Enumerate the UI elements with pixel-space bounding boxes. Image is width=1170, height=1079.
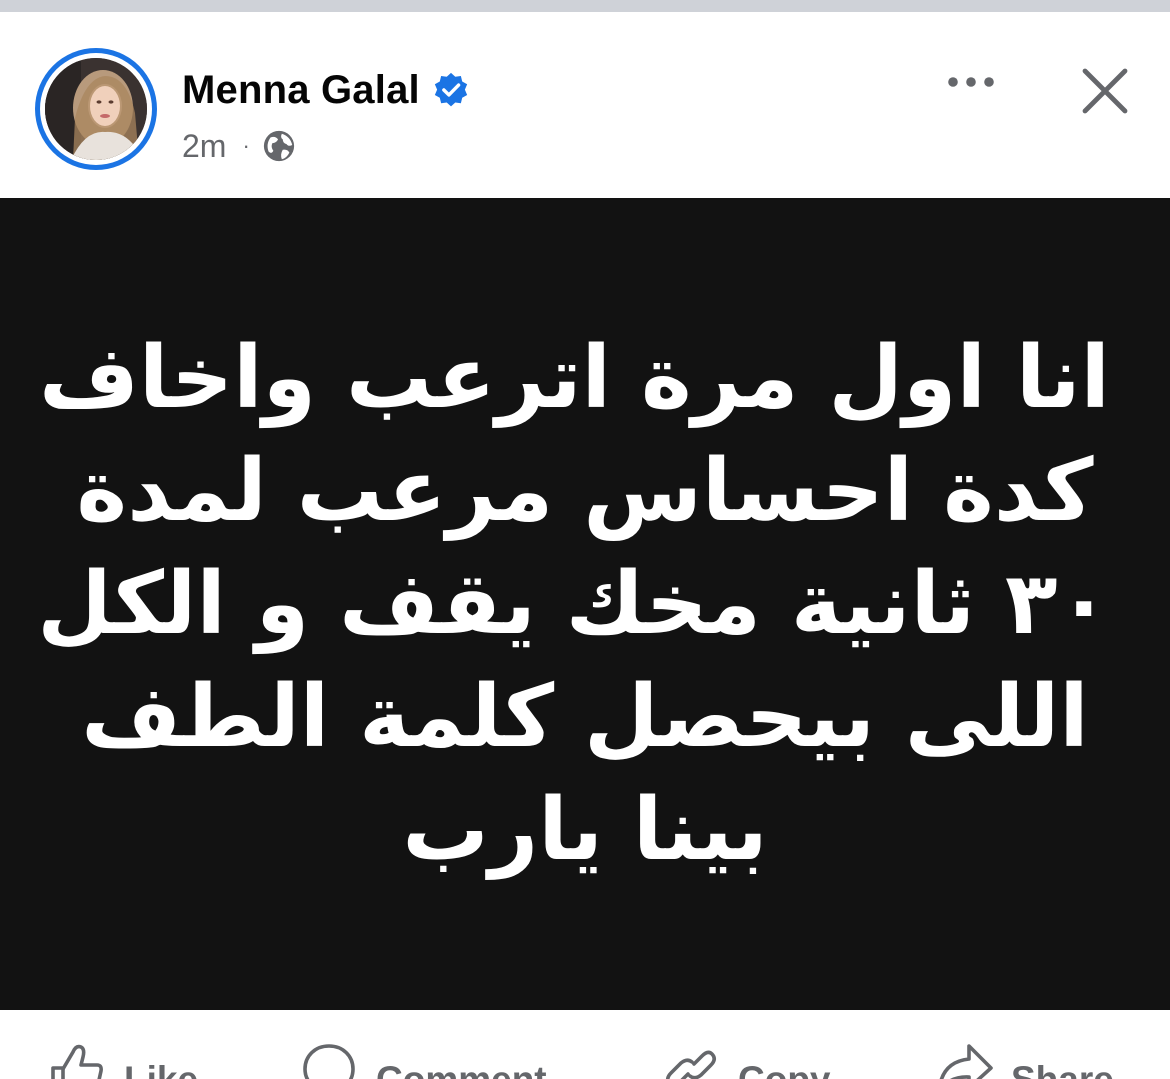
comment-label: Comment bbox=[376, 1050, 547, 1079]
media-text-line: كدة احساس مرعب لمدة bbox=[76, 441, 1094, 541]
media-text-line: اللى بيحصل كلمة الطف bbox=[81, 667, 1089, 767]
media-text-line: ٣٠ ثانية مخك يقف و الكل bbox=[37, 554, 1110, 654]
avatar[interactable] bbox=[45, 58, 147, 160]
media-text-line: بينا يارب bbox=[402, 780, 768, 880]
close-icon[interactable] bbox=[1079, 65, 1131, 117]
like-label: Like bbox=[124, 1050, 198, 1079]
story-ring[interactable] bbox=[35, 48, 157, 170]
copy-button[interactable]: Copy bbox=[662, 1038, 831, 1079]
copy-label: Copy bbox=[738, 1050, 831, 1079]
share-label: Share bbox=[1011, 1050, 1114, 1079]
verified-badge-icon bbox=[434, 72, 467, 107]
media-text: انا اول مرة اترعب واخاف كدة احساس مرعب ل… bbox=[37, 322, 1110, 887]
author-row: Menna Galal bbox=[182, 64, 470, 116]
media-text-line: انا اول مرة اترعب واخاف bbox=[38, 328, 1110, 428]
author-name[interactable]: Menna Galal bbox=[182, 68, 420, 113]
like-button[interactable]: Like bbox=[48, 1038, 198, 1079]
share-arrow-icon bbox=[939, 1044, 993, 1079]
thumbs-up-icon bbox=[51, 1044, 103, 1079]
comment-bubble-icon bbox=[303, 1044, 355, 1079]
post-header: Menna Galal 2m · bbox=[0, 12, 1170, 198]
post-view: Menna Galal 2m · انا اول مرة اترعب واخاف… bbox=[0, 0, 1170, 1079]
avatar-portrait-icon bbox=[45, 58, 147, 160]
link-icon bbox=[665, 1050, 717, 1079]
avatar-gap bbox=[40, 53, 152, 165]
comment-button[interactable]: Comment bbox=[300, 1038, 547, 1079]
post-time[interactable]: 2m bbox=[182, 128, 226, 165]
post-meta: 2m · bbox=[182, 124, 296, 168]
meta-separator: · bbox=[242, 133, 250, 158]
post-media-image[interactable]: انا اول مرة اترعب واخاف كدة احساس مرعب ل… bbox=[0, 198, 1170, 1010]
globe-icon[interactable] bbox=[262, 129, 296, 163]
more-horizontal-icon[interactable] bbox=[940, 67, 1002, 97]
top-divider bbox=[0, 0, 1170, 12]
share-button[interactable]: Share bbox=[935, 1038, 1114, 1079]
action-bar: Like Comment Copy Share bbox=[0, 1010, 1170, 1079]
